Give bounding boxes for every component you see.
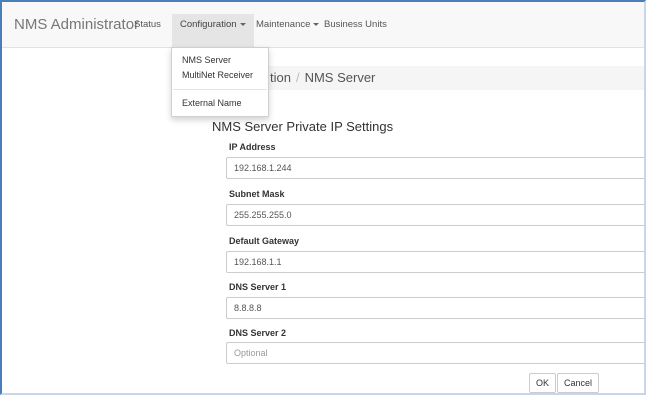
default-gateway-input[interactable] <box>226 251 646 273</box>
nav-status-label: Status <box>134 19 161 30</box>
ip-address-input[interactable] <box>226 157 646 179</box>
dns-server-1-label: DNS Server 1 <box>229 282 287 292</box>
subnet-mask-input[interactable] <box>226 204 646 226</box>
breadcrumb-current: NMS Server <box>304 70 376 85</box>
dns-server-1-input[interactable] <box>226 297 646 319</box>
ok-button[interactable]: OK <box>529 373 557 393</box>
window-frame <box>0 0 646 395</box>
dropdown-item-external-name[interactable]: External Name <box>182 98 242 108</box>
nav-maintenance-label: Maintenance <box>256 19 311 30</box>
nav-maintenance[interactable]: Maintenance <box>256 19 320 30</box>
dropdown-divider <box>173 89 267 90</box>
dns-server-2-label: DNS Server 2 <box>229 328 287 338</box>
dropdown-item-nms-server[interactable]: NMS Server <box>182 55 231 65</box>
nav-business-units-label: Business Units <box>324 19 387 30</box>
cancel-button[interactable]: Cancel <box>557 373 600 393</box>
ip-address-label: IP Address <box>229 142 276 152</box>
nav-business-units[interactable]: Business Units <box>324 19 387 30</box>
caret-down-icon <box>239 22 246 26</box>
nav-configuration-label: Configuration <box>180 19 237 30</box>
dropdown-item-multinet-receiver[interactable]: MultiNet Receiver <box>182 70 253 80</box>
subnet-mask-label: Subnet Mask <box>229 189 285 199</box>
nav-configuration[interactable]: Configuration <box>172 14 254 49</box>
breadcrumb-separator: / <box>295 70 300 85</box>
dns-server-2-input[interactable] <box>226 342 646 364</box>
nav-status[interactable]: Status <box>134 19 161 30</box>
brand-title[interactable]: NMS Administrator <box>14 16 139 33</box>
top-navbar: NMS Administrator Status Configuration M… <box>2 2 644 49</box>
caret-down-icon <box>313 22 320 26</box>
breadcrumb-parent[interactable]: tion <box>270 70 291 85</box>
default-gateway-label: Default Gateway <box>229 236 300 246</box>
form-title: NMS Server Private IP Settings <box>212 119 394 134</box>
configuration-dropdown-menu: NMS Server MultiNet Receiver External Na… <box>171 47 269 117</box>
